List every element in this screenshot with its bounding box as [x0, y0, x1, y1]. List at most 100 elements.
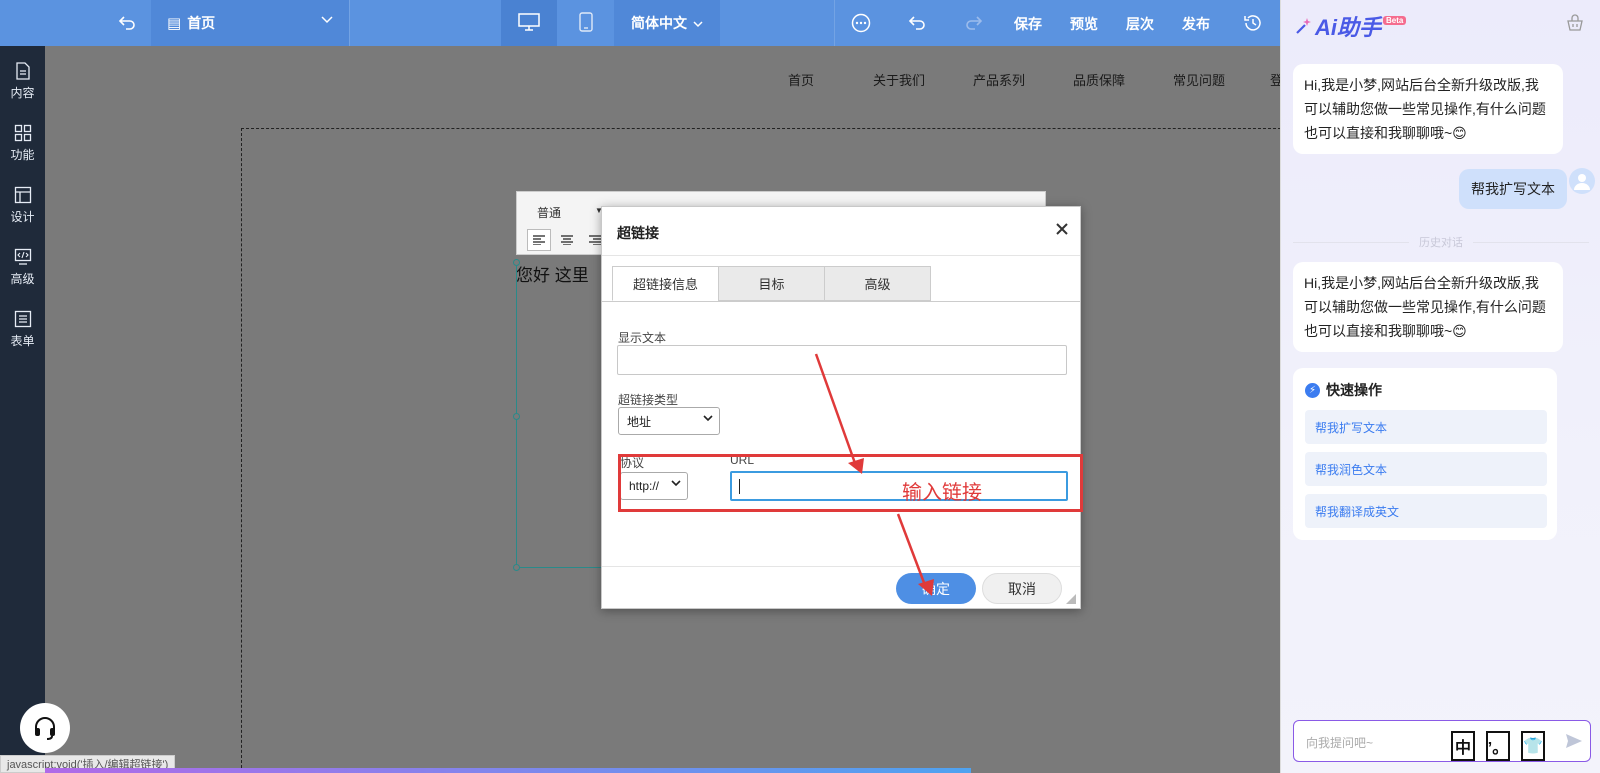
quick-actions-label: 快速操作	[1326, 382, 1382, 398]
align-center-icon[interactable]	[555, 229, 579, 251]
site-nav-item[interactable]: 产品系列	[973, 70, 1025, 89]
magic-wand-icon	[1296, 18, 1311, 34]
sidebar-item-label: 设计	[10, 210, 35, 224]
lightning-icon: ⚡	[1305, 382, 1320, 398]
sidebar-item-label: 表单	[10, 334, 35, 348]
preview-button[interactable]: 预览	[1070, 14, 1098, 34]
link-type-select[interactable]: 地址	[618, 407, 720, 435]
resize-handle[interactable]	[513, 564, 520, 571]
redo-icon[interactable]	[959, 8, 989, 38]
quick-action-polish[interactable]: 帮我润色文本	[1305, 452, 1547, 486]
resize-handle[interactable]	[513, 413, 520, 420]
dialog-title: 超链接	[617, 225, 659, 241]
grid-icon	[14, 124, 31, 142]
sidebar-item-label: 内容	[10, 86, 35, 100]
align-left-icon[interactable]	[527, 229, 551, 251]
ime-punctuation-toggle[interactable]: ’。	[1486, 731, 1510, 761]
top-toolbar: ▤ 首页 简体中文 保存 预览 层次 发布	[0, 0, 1280, 46]
send-icon[interactable]	[1565, 732, 1583, 750]
history-icon[interactable]	[1238, 8, 1268, 38]
ok-button[interactable]: 确定	[896, 573, 976, 604]
link-type-value: 地址	[627, 414, 652, 429]
resize-grip-icon[interactable]	[1066, 594, 1076, 604]
layers-button[interactable]: 层次	[1126, 14, 1154, 34]
chevron-down-icon	[703, 414, 713, 425]
divider-line	[1473, 241, 1589, 243]
ime-chinese-toggle[interactable]: 中	[1451, 731, 1475, 761]
ai-message: Hi,我是小梦,网站后台全新升级改版,我可以辅助您做一些常见操作,有什么问题也可…	[1293, 262, 1563, 352]
display-text-input[interactable]	[617, 345, 1067, 375]
sidebar-item-label: 功能	[10, 148, 35, 162]
back-icon[interactable]	[112, 10, 142, 36]
left-sidebar: 内容 功能 设计 高级 表单	[0, 46, 45, 773]
ai-assistant-panel: Ai助手 Beta Hi,我是小梦,网站后台全新升级改版,我可以辅助您做一些常见…	[1280, 0, 1600, 773]
toolbar-divider	[349, 0, 350, 46]
page-icon: ▤	[167, 15, 182, 32]
sidebar-item-advanced[interactable]: 高级	[0, 240, 45, 296]
link-type-label: 超链接类型	[618, 393, 679, 407]
list-icon	[14, 310, 31, 328]
page-selector[interactable]: ▤ 首页	[151, 0, 349, 46]
quick-action-translate[interactable]: 帮我翻译成英文	[1305, 494, 1547, 528]
display-text-label: 显示文本	[618, 331, 667, 345]
page-selector-label: 首页	[187, 15, 216, 31]
toolbar-divider	[834, 0, 835, 46]
format-select[interactable]: 普通	[537, 204, 561, 221]
quick-actions-title: ⚡ 快速操作	[1305, 380, 1382, 400]
mobile-view-button[interactable]	[558, 0, 614, 46]
desktop-icon	[518, 12, 540, 34]
divider	[602, 301, 1080, 302]
divider	[602, 255, 1080, 256]
ai-title: Ai助手	[1315, 15, 1382, 40]
clear-icon[interactable]	[1566, 14, 1584, 32]
resize-handle[interactable]	[513, 259, 520, 266]
user-icon	[1574, 174, 1590, 190]
cancel-button[interactable]: 取消	[982, 573, 1062, 604]
file-icon	[15, 62, 30, 80]
quick-action-expand[interactable]: 帮我扩写文本	[1305, 410, 1547, 444]
code-icon	[14, 248, 31, 265]
divider-line	[1293, 241, 1409, 243]
language-selector[interactable]: 简体中文	[614, 0, 720, 46]
avatar	[1569, 168, 1595, 194]
customer-service-button[interactable]	[20, 703, 70, 753]
tab-advanced[interactable]: 高级	[824, 266, 931, 301]
more-options-icon[interactable]	[846, 8, 876, 38]
sidebar-item-label: 高级	[10, 272, 35, 286]
input-placeholder: 向我提问吧~	[1306, 736, 1374, 750]
history-divider-label: 历史对话	[1419, 237, 1463, 249]
chevron-down-icon	[693, 15, 703, 31]
site-nav-item[interactable]: 关于我们	[873, 70, 925, 89]
tab-link-info[interactable]: 超链接信息	[612, 266, 719, 301]
sidebar-item-design[interactable]: 设计	[0, 178, 45, 234]
divider	[602, 566, 1080, 567]
sidebar-item-content[interactable]: 内容	[0, 54, 45, 110]
user-message: 帮我扩写文本	[1459, 169, 1567, 209]
layout-icon	[14, 186, 31, 204]
language-label: 简体中文	[631, 15, 687, 31]
tab-target[interactable]: 目标	[718, 266, 825, 301]
dialog-tabs: 超链接信息 目标 高级	[612, 266, 931, 302]
save-button[interactable]: 保存	[1014, 14, 1042, 34]
chevron-down-icon	[321, 14, 333, 28]
ime-skin-button[interactable]: 👕	[1521, 731, 1545, 761]
beta-badge: Beta	[1383, 15, 1407, 25]
site-nav-item[interactable]: 常见问题	[1173, 70, 1225, 89]
ai-question-input[interactable]: 向我提问吧~	[1293, 720, 1591, 762]
annotation-label: 输入链接	[902, 482, 982, 504]
sidebar-item-functions[interactable]: 功能	[0, 116, 45, 172]
history-divider: 历史对话	[1293, 234, 1589, 250]
ai-message: Hi,我是小梦,网站后台全新升级改版,我可以辅助您做一些常见操作,有什么问题也可…	[1293, 64, 1563, 154]
ai-logo: Ai助手 Beta	[1295, 10, 1407, 42]
close-icon[interactable]	[1056, 219, 1068, 240]
loading-progress-bar	[45, 768, 972, 773]
desktop-view-button[interactable]	[501, 0, 557, 46]
sidebar-item-forms[interactable]: 表单	[0, 302, 45, 358]
annotation-highlight-box	[618, 454, 1083, 512]
site-nav-item[interactable]: 品质保障	[1073, 70, 1125, 89]
undo-icon[interactable]	[902, 8, 932, 38]
site-nav-item[interactable]: 首页	[788, 70, 814, 89]
hyperlink-dialog: 超链接 超链接信息 目标 高级 显示文本 超链接类型 地址 协议 http://…	[601, 206, 1083, 609]
headset-icon	[35, 717, 55, 740]
publish-button[interactable]: 发布	[1182, 14, 1210, 34]
